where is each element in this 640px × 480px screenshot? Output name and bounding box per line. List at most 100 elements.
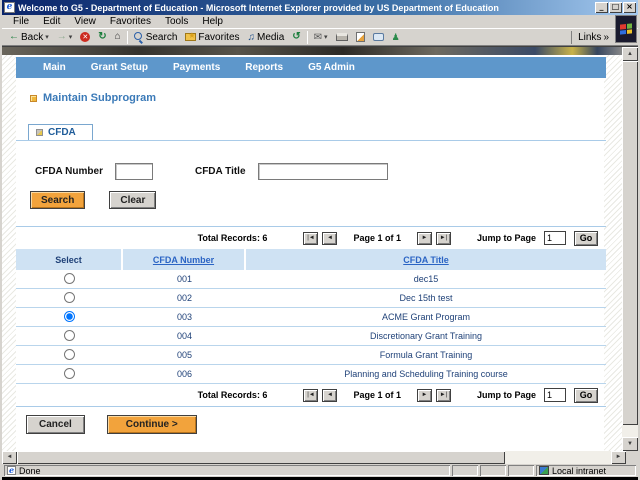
jump-to-page-input[interactable] (544, 388, 566, 402)
search-submit-button[interactable]: Search (30, 191, 86, 209)
toolbar-separator (126, 30, 128, 44)
home-button[interactable]: ⌂ (111, 32, 125, 42)
prev-page-button[interactable]: ◄ (322, 388, 338, 402)
favorites-button[interactable]: ★ Favorites (181, 31, 243, 43)
row-cfda-title: ACME Grant Program (381, 312, 471, 322)
mail-button[interactable]: ✉ ▾ (310, 32, 332, 43)
search-button[interactable]: Search (130, 32, 182, 43)
total-records-label: Total Records: 6 (197, 390, 268, 400)
window-title: Welcome to G5 - Department of Education … (18, 2, 499, 13)
search-icon (133, 32, 144, 42)
tab-cfda[interactable]: CFDA (28, 124, 93, 140)
table-row: 003 ACME Grant Program (16, 308, 606, 327)
row-cfda-title: dec15 (413, 274, 439, 284)
row-radio[interactable] (64, 310, 75, 322)
forward-button[interactable]: → ▾ (53, 32, 77, 42)
last-page-button[interactable]: ►| (435, 388, 451, 402)
continue-button[interactable]: Continue > (106, 415, 197, 434)
first-page-button[interactable]: |◄ (303, 231, 319, 245)
title-bar: e Welcome to G5 - Department of Educatio… (2, 0, 638, 15)
history-icon: ↺ (292, 31, 301, 42)
menu-bar: File Edit View Favorites Tools Help (2, 15, 638, 43)
go-button[interactable]: Go (574, 230, 598, 246)
intranet-zone-icon (539, 466, 549, 475)
nav-item-payments[interactable]: Payments (173, 62, 220, 73)
menu-tools[interactable]: Tools (158, 16, 195, 27)
refresh-button[interactable]: ↻ (94, 32, 110, 42)
cfda-number-input[interactable] (114, 163, 153, 180)
clear-button[interactable]: Clear (109, 191, 157, 209)
nav-item-reports[interactable]: Reports (245, 62, 283, 73)
forward-dropdown-icon[interactable]: ▾ (69, 33, 73, 41)
ie-page-icon: e (7, 465, 16, 475)
browser-toolbar: ← Back ▾ → ▾ ✕ ↻ ⌂ Search ★ Favorites ♫ … (2, 29, 638, 46)
row-cfda-number: 006 (176, 369, 193, 379)
links-chevron-icon[interactable]: » (603, 32, 609, 43)
back-button[interactable]: ← Back ▾ (5, 32, 53, 43)
table-row: 005 Formula Grant Training (16, 346, 606, 365)
last-page-button[interactable]: ►| (435, 231, 451, 245)
back-dropdown-icon[interactable]: ▾ (45, 33, 49, 41)
cfda-title-input[interactable] (257, 163, 388, 180)
stop-button[interactable]: ✕ (76, 32, 94, 42)
right-margin-stripes (604, 55, 622, 451)
discuss-button[interactable] (369, 33, 388, 41)
banner-image (2, 47, 622, 55)
history-button[interactable]: ↺ (288, 32, 304, 42)
menu-edit[interactable]: Edit (36, 16, 67, 27)
nav-item-grant-setup[interactable]: Grant Setup (91, 62, 148, 73)
site-navbar: Main Grant Setup Payments Reports G5 Adm… (16, 57, 606, 78)
edit-button[interactable] (352, 32, 369, 42)
messenger-button[interactable]: ♟ (388, 32, 404, 43)
back-icon: ← (9, 31, 19, 42)
page-indicator: Page 1 of 1 (353, 233, 401, 243)
menu-help[interactable]: Help (195, 16, 230, 27)
vertical-scrollbar[interactable]: ▲ ▼ (622, 47, 638, 451)
nav-item-main[interactable]: Main (43, 62, 66, 73)
cfda-title-label: CFDA Title (194, 166, 246, 177)
heading-bullet-icon (30, 94, 37, 102)
status-bar: e Done Local intranet (2, 464, 638, 477)
table-row: 006 Planning and Scheduling Training cou… (16, 365, 606, 384)
zone-label: Local intranet (552, 465, 607, 476)
media-icon: ♫ (247, 31, 256, 43)
messenger-icon: ♟ (391, 31, 400, 42)
go-button[interactable]: Go (574, 387, 598, 403)
horizontal-scrollbar[interactable]: ◄ ► (2, 451, 638, 464)
scroll-left-icon[interactable]: ◄ (2, 451, 17, 464)
next-page-button[interactable]: ► (416, 231, 432, 245)
header-cfda-number-sort-link[interactable]: CFDA Number (153, 255, 214, 265)
header-cfda-title-sort-link[interactable]: CFDA Title (403, 255, 449, 265)
row-radio[interactable] (64, 367, 75, 379)
jump-to-page-label: Jump to Page (476, 390, 536, 400)
row-radio[interactable] (64, 291, 75, 303)
cancel-button[interactable]: Cancel (26, 415, 85, 434)
first-page-button[interactable]: |◄ (303, 388, 319, 402)
menu-view[interactable]: View (67, 16, 103, 27)
total-records-label: Total Records: 6 (197, 233, 268, 243)
scroll-up-icon[interactable]: ▲ (622, 47, 638, 61)
horizontal-scroll-thumb[interactable] (17, 451, 505, 464)
status-pane (480, 465, 506, 476)
scroll-down-icon[interactable]: ▼ (622, 437, 638, 451)
print-button[interactable] (332, 33, 352, 41)
next-page-button[interactable]: ► (416, 388, 432, 402)
jump-to-page-input[interactable] (544, 231, 566, 245)
restore-button[interactable]: □ (609, 2, 622, 13)
windows-logo-icon (615, 15, 637, 43)
scroll-right-icon[interactable]: ► (611, 451, 626, 464)
minimize-button[interactable]: _ (595, 2, 608, 13)
row-radio[interactable] (64, 348, 75, 360)
media-button[interactable]: ♫ Media (244, 32, 289, 43)
prev-page-button[interactable]: ◄ (322, 231, 338, 245)
vertical-scroll-thumb[interactable] (622, 61, 638, 425)
row-cfda-number: 004 (176, 331, 193, 341)
nav-item-g5-admin[interactable]: G5 Admin (308, 62, 355, 73)
close-button[interactable]: × (623, 2, 636, 13)
row-radio[interactable] (64, 272, 75, 284)
stop-icon: ✕ (80, 32, 91, 42)
menu-favorites[interactable]: Favorites (103, 16, 158, 27)
menu-file[interactable]: File (6, 16, 36, 27)
row-radio[interactable] (64, 329, 75, 341)
table-row: 004 Discretionary Grant Training (16, 327, 606, 346)
